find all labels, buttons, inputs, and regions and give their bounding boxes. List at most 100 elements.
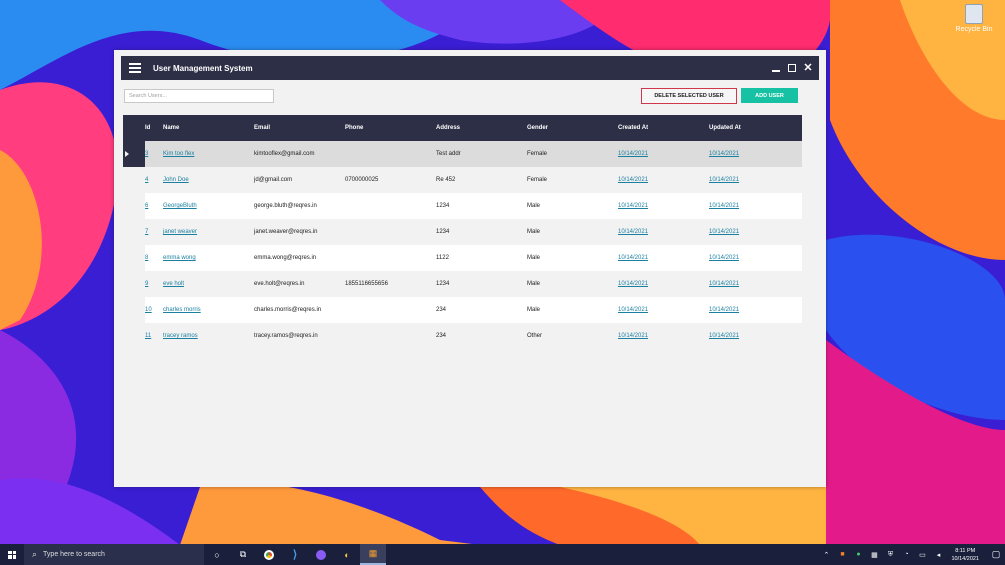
cell-updated-at[interactable]: 10/14/2021 <box>709 333 800 339</box>
cell-updated-at[interactable]: 10/14/2021 <box>709 281 800 287</box>
cell-name[interactable]: tracey ramos <box>163 333 254 339</box>
cell-name[interactable]: emma wong <box>163 255 254 261</box>
cell-created-at[interactable]: 10/14/2021 <box>618 229 709 235</box>
cell-id-text[interactable]: 7 <box>145 229 148 235</box>
cell-created-at-text[interactable]: 10/14/2021 <box>618 229 648 235</box>
minimize-button[interactable] <box>771 63 781 73</box>
cell-created-at[interactable]: 10/14/2021 <box>618 281 709 287</box>
recycle-bin-shortcut[interactable]: Recycle Bin <box>949 4 999 33</box>
tray-grid-icon[interactable]: ▦ <box>869 550 879 560</box>
column-header-email[interactable]: Email <box>254 125 345 131</box>
cell-updated-at-text[interactable]: 10/14/2021 <box>709 255 739 261</box>
column-header-name[interactable]: Name <box>163 125 254 131</box>
row-header[interactable] <box>123 219 145 245</box>
cell-name[interactable]: John Doe <box>163 177 254 183</box>
vscode-icon[interactable]: ⟩ <box>282 544 308 565</box>
table-row[interactable]: 9 eve holt eve.holt@reqres.in 185511665565… <box>123 271 802 297</box>
cell-name[interactable]: eve holt <box>163 281 254 287</box>
cell-name[interactable]: Kim too flex <box>163 151 254 157</box>
row-header[interactable] <box>123 193 145 219</box>
task-view-icon[interactable]: ⧉ <box>230 544 256 565</box>
row-header[interactable] <box>123 245 145 271</box>
cell-id-text[interactable]: 10 <box>145 307 152 313</box>
table-row[interactable]: 8 emma wong emma.wong@reqres.in 1122 Male 10… <box>123 245 802 271</box>
cell-updated-at-text[interactable]: 10/14/2021 <box>709 333 739 339</box>
cell-name[interactable]: janet weaver <box>163 229 254 235</box>
cell-name-text[interactable]: janet weaver <box>163 229 197 235</box>
cell-updated-at-text[interactable]: 10/14/2021 <box>709 151 739 157</box>
row-header[interactable] <box>123 323 145 349</box>
cell-created-at[interactable]: 10/14/2021 <box>618 203 709 209</box>
cell-id[interactable]: 11 <box>145 333 163 339</box>
cell-created-at[interactable]: 10/14/2021 <box>618 177 709 183</box>
search-users-input[interactable] <box>124 89 274 103</box>
cell-updated-at-text[interactable]: 10/14/2021 <box>709 177 739 183</box>
cell-id[interactable]: 9 <box>145 281 163 287</box>
row-header[interactable] <box>123 271 145 297</box>
cell-name-text[interactable]: Kim too flex <box>163 151 194 157</box>
cell-created-at-text[interactable]: 10/14/2021 <box>618 203 648 209</box>
cell-updated-at[interactable]: 10/14/2021 <box>709 255 800 261</box>
taskbar-clock[interactable]: 8:11 PM 10/14/2021 <box>951 547 979 563</box>
table-row[interactable]: 10 charles morris charles.morris@reqres.i… <box>123 297 802 323</box>
cell-name-text[interactable]: John Doe <box>163 177 189 183</box>
table-row[interactable]: 11 tracey ramos tracey.ramos@reqres.in 234… <box>123 323 802 349</box>
table-row[interactable]: 6 GeorgeBluth george.bluth@reqres.in 1234 Ma… <box>123 193 802 219</box>
table-row[interactable]: 4 John Doe jd@gmail.com 0700000025 Re 452 Fem… <box>123 167 802 193</box>
column-header-address[interactable]: Address <box>436 125 527 131</box>
cell-name[interactable]: charles morris <box>163 307 254 313</box>
delete-selected-user-button[interactable]: DELETE SELECTED USER <box>641 88 737 104</box>
cell-created-at-text[interactable]: 10/14/2021 <box>618 255 648 261</box>
cell-created-at-text[interactable]: 10/14/2021 <box>618 177 648 183</box>
cell-created-at[interactable]: 10/14/2021 <box>618 151 709 157</box>
row-header[interactable] <box>123 297 145 323</box>
cell-updated-at[interactable]: 10/14/2021 <box>709 203 800 209</box>
table-row[interactable]: 7 janet weaver janet.weaver@reqres.in 1234… <box>123 219 802 245</box>
volume-icon[interactable]: ◂ <box>933 550 943 560</box>
cell-updated-at[interactable]: 10/14/2021 <box>709 229 800 235</box>
cell-id-text[interactable]: 4 <box>145 177 148 183</box>
cell-updated-at[interactable]: 10/14/2021 <box>709 177 800 183</box>
cell-name-text[interactable]: tracey ramos <box>163 333 198 339</box>
cell-id[interactable]: 3 <box>145 151 163 157</box>
cell-created-at[interactable]: 10/14/2021 <box>618 333 709 339</box>
notifications-icon[interactable]: ▢ <box>987 544 1005 565</box>
chrome-icon[interactable] <box>256 544 282 565</box>
unknown-app-icon[interactable]: ◐ <box>334 544 360 565</box>
github-desktop-icon[interactable] <box>308 544 334 565</box>
tray-overflow-chevron-icon[interactable]: ⌃ <box>821 550 831 560</box>
column-header-created-at[interactable]: Created At <box>618 125 709 131</box>
cell-created-at[interactable]: 10/14/2021 <box>618 307 709 313</box>
cell-updated-at-text[interactable]: 10/14/2021 <box>709 203 739 209</box>
cell-name-text[interactable]: charles morris <box>163 307 201 313</box>
security-shield-icon[interactable]: ⛨ <box>885 550 895 560</box>
cell-id-text[interactable]: 11 <box>145 333 151 339</box>
cell-updated-at[interactable]: 10/14/2021 <box>709 151 800 157</box>
hamburger-menu-icon[interactable] <box>129 63 141 73</box>
column-header-phone[interactable]: Phone <box>345 125 436 131</box>
tray-app-icon-orange[interactable]: ■ <box>837 550 847 560</box>
close-button[interactable]: ✕ <box>803 63 813 74</box>
column-header-gender[interactable]: Gender <box>527 125 618 131</box>
cell-id-text[interactable]: 8 <box>145 255 148 261</box>
cell-id[interactable]: 10 <box>145 307 163 313</box>
cortana-icon[interactable]: ○ <box>204 544 230 565</box>
network-icon[interactable]: ◔ <box>901 550 911 560</box>
cell-id[interactable]: 4 <box>145 177 163 183</box>
cell-updated-at[interactable]: 10/14/2021 <box>709 307 800 313</box>
cell-created-at-text[interactable]: 10/14/2021 <box>618 281 648 287</box>
cell-id[interactable]: 7 <box>145 229 163 235</box>
cell-id-text[interactable]: 3 <box>145 151 148 157</box>
cell-name-text[interactable]: emma wong <box>163 255 196 261</box>
cell-updated-at-text[interactable]: 10/14/2021 <box>709 281 739 287</box>
cell-name-text[interactable]: GeorgeBluth <box>163 203 197 209</box>
cell-id[interactable]: 6 <box>145 203 163 209</box>
add-user-button[interactable]: ADD USER <box>741 88 798 103</box>
taskbar-search-box[interactable]: ⌕ Type here to search <box>24 544 204 565</box>
cell-id-text[interactable]: 9 <box>145 281 148 287</box>
cell-name[interactable]: GeorgeBluth <box>163 203 254 209</box>
column-header-id[interactable]: Id <box>145 125 163 131</box>
battery-icon[interactable]: ▭ <box>917 550 927 560</box>
winforms-app-icon[interactable]: ▦ <box>360 544 386 565</box>
maximize-button[interactable] <box>787 63 797 73</box>
